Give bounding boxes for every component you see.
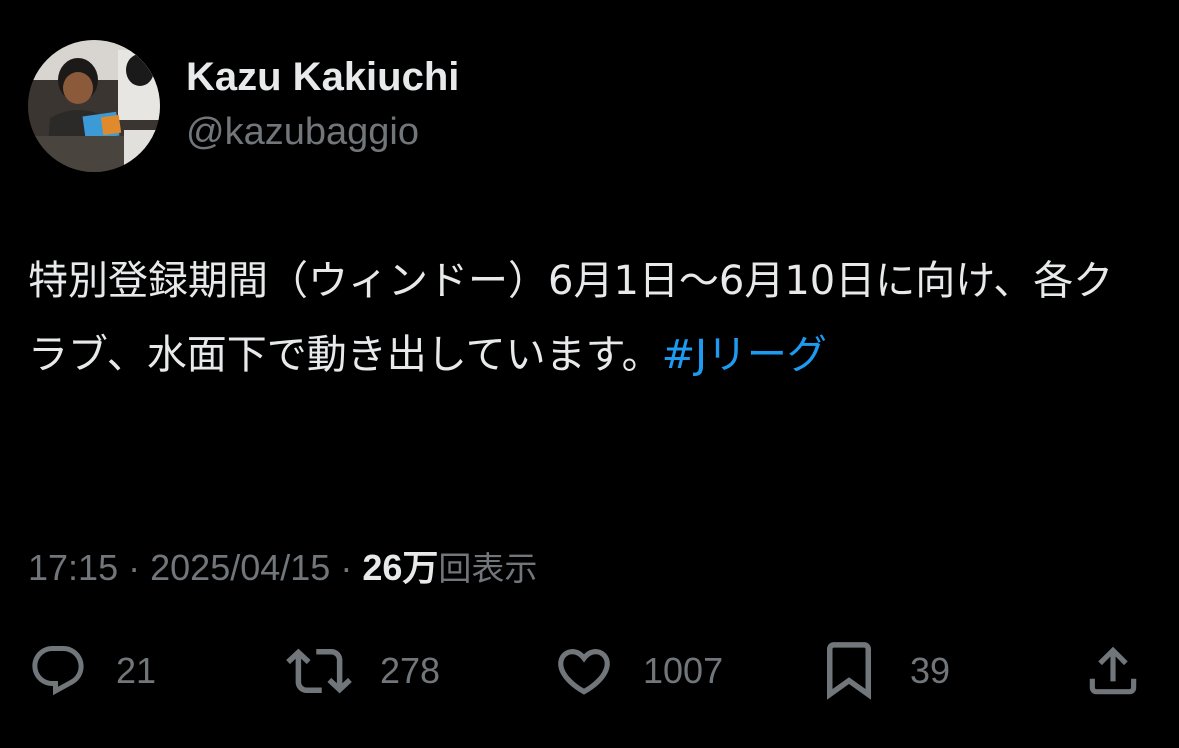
tweet-meta: 17:15 · 2025/04/15 · 26万回表示 (28, 542, 537, 595)
reply-button[interactable]: 21 (28, 636, 156, 706)
reply-count: 21 (116, 650, 157, 691)
bookmark-count: 39 (910, 650, 951, 691)
display-name[interactable]: Kazu Kakiuchi (186, 52, 459, 102)
tweet-container: Kazu Kakiuchi @kazubaggio 特別登録期間（ウィンドー）6… (0, 0, 1179, 748)
retweet-count: 278 (380, 650, 441, 691)
bookmark-icon (827, 642, 871, 700)
share-icon (1089, 646, 1137, 695)
retweet-icon (286, 648, 352, 694)
tweet-date[interactable]: 2025/04/15 (150, 547, 330, 588)
share-button[interactable] (1082, 636, 1144, 706)
hashtag-link[interactable]: #Jリーグ (662, 332, 827, 378)
meta-separator: · (128, 547, 141, 588)
avatar[interactable] (28, 40, 160, 172)
tweet-text: 特別登録期間（ウィンドー）6月1日〜6月10日に向け、各クラブ、水面下で動き出し… (28, 244, 1148, 392)
bookmark-button[interactable]: 39 (816, 636, 950, 706)
reply-icon (32, 646, 84, 696)
like-button[interactable]: 1007 (553, 636, 723, 706)
heart-icon (558, 649, 610, 695)
tweet-body: 特別登録期間（ウィンドー）6月1日〜6月10日に向け、各クラブ、水面下で動き出し… (28, 258, 1114, 378)
views-label: 回表示 (438, 549, 538, 588)
meta-separator: · (340, 547, 353, 588)
views-count[interactable]: 26万 (362, 547, 438, 588)
action-bar: 21 278 1007 39 (0, 636, 1179, 706)
retweet-button[interactable]: 278 (286, 636, 440, 706)
like-count: 1007 (643, 650, 724, 691)
user-handle[interactable]: @kazubaggio (186, 108, 419, 156)
tweet-time[interactable]: 17:15 (28, 547, 118, 588)
avatar-image (28, 40, 160, 172)
